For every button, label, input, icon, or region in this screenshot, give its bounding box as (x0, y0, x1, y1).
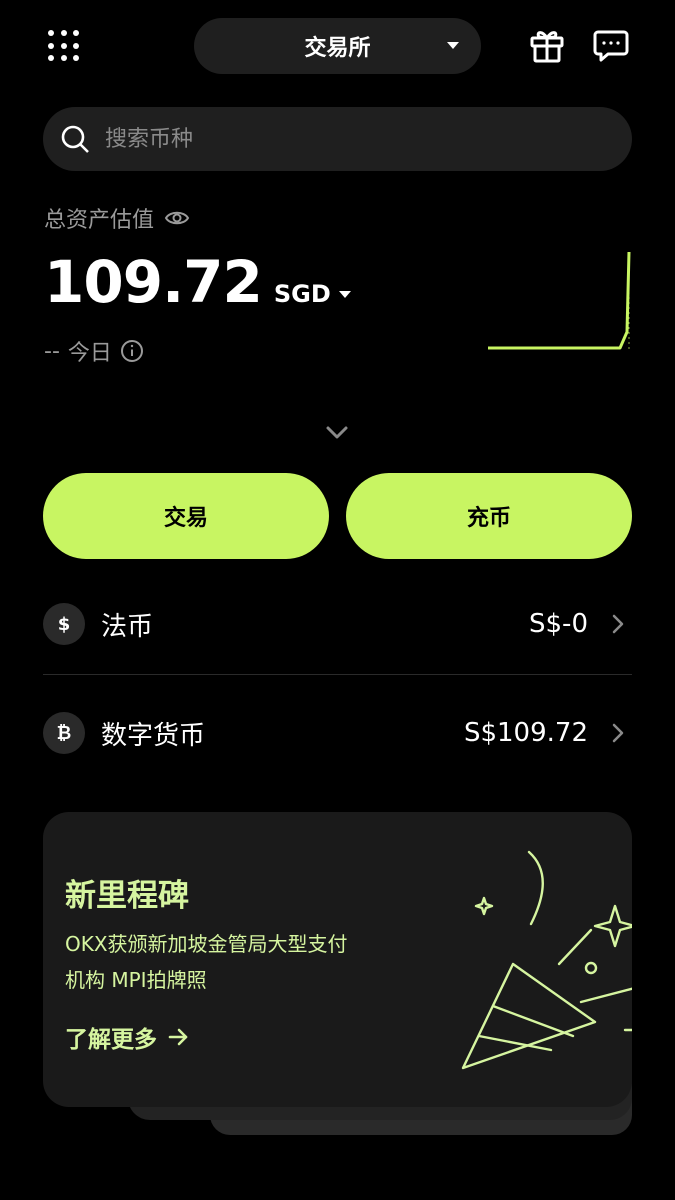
promo-description-line1: OKX获颁新加坡金管局大型支付 (65, 932, 348, 956)
fiat-balance-row[interactable]: $ 法币 S$-0 (43, 594, 632, 654)
deposit-button[interactable]: 充币 (346, 473, 632, 559)
info-icon[interactable] (120, 339, 144, 363)
gift-icon[interactable] (528, 26, 566, 64)
crypto-label: 数字货币 (101, 720, 206, 751)
currency-label: SGD (273, 280, 331, 308)
sparkline-series (488, 251, 631, 350)
search-input[interactable] (105, 126, 585, 152)
chevron-right-icon (612, 614, 624, 634)
eye-icon[interactable] (164, 205, 190, 231)
search-bar[interactable] (43, 107, 632, 171)
mode-label: 交易所 (304, 36, 371, 61)
balance-amount: 109.72 (44, 248, 263, 316)
currency-selector[interactable]: SGD (274, 280, 351, 308)
mode-switch-dropdown[interactable]: 交易所 (194, 18, 481, 74)
learn-more-label: 了解更多 (65, 1027, 157, 1053)
caret-down-icon (447, 42, 459, 49)
promo-description-line2: 机构 MPI拍牌照 (65, 968, 207, 992)
chevron-down-icon[interactable] (322, 420, 352, 446)
today-pnl: -- 今日 (44, 335, 144, 367)
today-pnl-label: 今日 (67, 341, 112, 366)
arrow-right-icon (168, 1028, 188, 1046)
party-popper-icon (461, 850, 632, 1070)
crypto-value: S$109.72 (463, 718, 588, 748)
total-assets-label: 总资产估值 (44, 208, 155, 233)
promo-title: 新里程碑 (65, 878, 189, 914)
crypto-balance-row[interactable]: ₿ 数字货币 S$109.72 (43, 703, 632, 763)
bitcoin-icon: ₿ (43, 712, 85, 754)
message-icon[interactable] (592, 26, 630, 64)
top-bar: 交易所 (0, 18, 675, 74)
search-icon (61, 125, 89, 153)
menu-grid-icon[interactable] (46, 28, 82, 64)
caret-down-icon (338, 291, 351, 298)
trade-button[interactable]: 交易 (43, 473, 329, 559)
today-pnl-value: -- (44, 338, 60, 364)
learn-more-link[interactable]: 了解更多 (65, 1020, 189, 1054)
chevron-right-icon (612, 723, 624, 743)
fiat-value: S$-0 (529, 609, 588, 639)
balance-sparkline (488, 251, 631, 350)
total-balance: 109.72 SGD (44, 248, 351, 316)
promo-card[interactable]: 新里程碑 OKX获颁新加坡金管局大型支付 机构 MPI拍牌照 了解更多 (43, 812, 632, 1107)
total-assets-header: 总资产估值 (44, 202, 190, 234)
dollar-icon: $ (43, 603, 85, 645)
fiat-label: 法币 (101, 611, 154, 642)
divider (43, 674, 632, 675)
